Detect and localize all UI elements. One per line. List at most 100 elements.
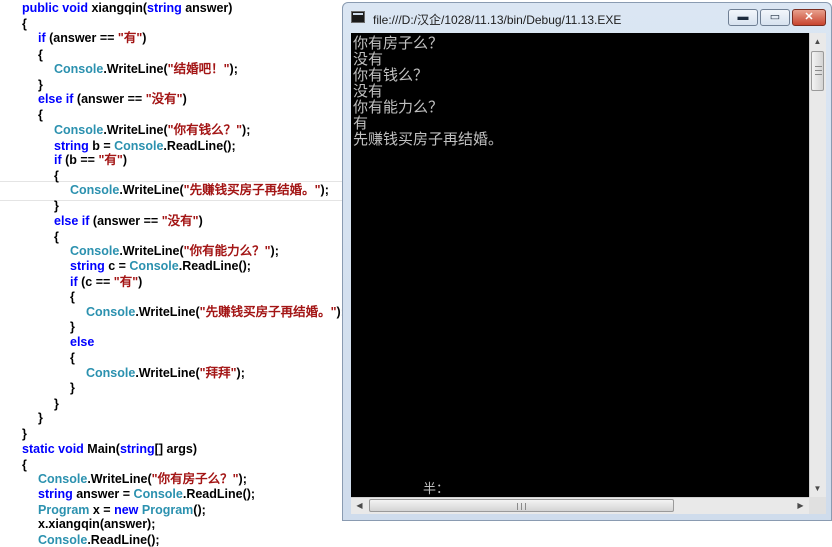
code-token: b =	[88, 139, 115, 153]
code-token: (b ==	[61, 153, 99, 167]
code-token: "有"	[117, 31, 143, 45]
thumb-grip	[525, 503, 526, 510]
code-editor[interactable]: public void xiangqin(string answer){if (…	[0, 0, 345, 547]
maximize-button[interactable]: ▭	[760, 9, 790, 26]
code-line: x.xiangqin(answer);	[38, 516, 155, 532]
code-token: {	[22, 458, 27, 472]
code-token: public void	[22, 1, 92, 15]
code-token: )	[122, 153, 127, 167]
code-line: Console.WriteLine("拜拜");	[86, 365, 245, 381]
code-line: {	[38, 107, 43, 123]
code-token: string	[119, 442, 155, 456]
code-line: {	[22, 457, 27, 473]
code-line: {	[70, 289, 75, 305]
code-token: c =	[104, 259, 130, 273]
code-line: if (answer == "有")	[38, 30, 146, 46]
code-token: }	[70, 381, 75, 395]
code-token: "拜拜"	[199, 366, 237, 380]
console-line: 有	[353, 114, 369, 132]
chevron-up-icon[interactable]: ▲	[810, 34, 825, 49]
ime-status-indicator: 半：	[423, 481, 450, 496]
minimize-button[interactable]: ▬	[728, 9, 758, 26]
code-line: else if (answer == "没有")	[38, 91, 187, 107]
code-token: [] args)	[154, 442, 198, 456]
chevron-left-icon[interactable]: ◀	[352, 498, 367, 513]
code-token: .WriteLine(	[103, 62, 168, 76]
console-app-icon[interactable]	[351, 11, 365, 23]
code-token: }	[38, 411, 43, 425]
console-line: 你有钱么？	[353, 66, 429, 84]
code-token: {	[22, 17, 27, 31]
code-line: else if (answer == "没有")	[54, 213, 203, 229]
code-line: Console.WriteLine("先赚钱买房子再结婚。");	[70, 182, 329, 198]
code-token: "有"	[113, 275, 139, 289]
code-token: {	[54, 230, 59, 244]
code-token: }	[70, 320, 75, 334]
code-token: (answer ==	[89, 214, 162, 228]
console-line: 没有	[353, 82, 384, 100]
scrollbar-corner	[809, 497, 826, 514]
code-token: );	[229, 62, 238, 76]
code-token: }	[38, 78, 43, 92]
thumb-grip	[815, 74, 822, 75]
code-line: Console.WriteLine("结婚吧！");	[54, 61, 238, 77]
code-token: Console	[86, 305, 136, 319]
code-token: Console	[38, 533, 88, 547]
code-token: .ReadLine();	[182, 487, 256, 501]
console-output-area[interactable]: 你有房子么？ 没有 你有钱么？ 没有 你有能力么？有先赚钱买房子再结婚。 半：	[351, 33, 809, 497]
code-line: Console.WriteLine("先赚钱买房子再结婚。");	[86, 304, 345, 320]
code-token: x =	[89, 503, 115, 517]
code-token: "没有"	[145, 92, 183, 106]
code-token: )	[138, 275, 143, 289]
code-line: }	[22, 426, 27, 442]
code-token: );	[238, 472, 247, 486]
horizontal-scroll-thumb[interactable]	[369, 499, 674, 512]
code-token: if	[38, 31, 46, 45]
close-button[interactable]: ✕	[792, 9, 826, 26]
code-token: .WriteLine(	[119, 244, 184, 258]
code-token: (answer ==	[45, 31, 118, 45]
horizontal-scrollbar[interactable]: ◀ ▶	[351, 497, 809, 514]
vertical-scrollbar[interactable]: ▲ ▼	[809, 33, 826, 497]
code-token: x.xiangqin(answer);	[38, 517, 156, 531]
code-token: Console	[114, 139, 164, 153]
code-line: }	[38, 410, 43, 426]
thumb-grip	[517, 503, 518, 510]
code-token: Console	[38, 472, 88, 486]
code-token: .WriteLine(	[87, 472, 152, 486]
console-line: 你有能力么？	[353, 98, 444, 116]
code-line: Console.WriteLine("你有能力么？");	[70, 243, 279, 259]
code-token: {	[54, 169, 59, 183]
code-token: }	[22, 427, 27, 441]
code-token: "你有房子么？"	[151, 472, 239, 486]
code-line: string answer = Console.ReadLine();	[38, 486, 255, 502]
code-token: "结婚吧！"	[167, 62, 230, 76]
code-token: "你有钱么？"	[167, 123, 243, 137]
code-token: Console	[86, 366, 136, 380]
code-line: string c = Console.ReadLine();	[70, 258, 251, 274]
code-token: .WriteLine(	[119, 183, 184, 197]
code-token: )	[198, 214, 203, 228]
code-token: string	[147, 1, 182, 15]
console-window[interactable]: file:///D:/汉企/1028/11.13/bin/Debug/11.13…	[342, 2, 832, 521]
chevron-right-icon[interactable]: ▶	[793, 498, 808, 513]
code-line: }	[70, 380, 75, 396]
title-bar[interactable]: file:///D:/汉企/1028/11.13/bin/Debug/11.13…	[343, 3, 831, 33]
code-token: Console	[54, 123, 104, 137]
code-token: {	[70, 290, 75, 304]
vertical-scroll-thumb[interactable]	[811, 51, 824, 91]
code-token: Program	[38, 503, 90, 517]
window-title: file:///D:/汉企/1028/11.13/bin/Debug/11.13…	[373, 13, 622, 27]
code-token: )	[182, 92, 187, 106]
code-token: "你有能力么？"	[183, 244, 271, 258]
code-line: static void Main(string[] args)	[22, 441, 197, 457]
chevron-down-icon[interactable]: ▼	[810, 481, 825, 496]
code-token: {	[70, 351, 75, 365]
code-line: }	[70, 319, 75, 335]
code-token: string	[70, 259, 105, 273]
code-token: "先赚钱买房子再结婚。"	[199, 305, 337, 319]
code-token: (c ==	[77, 275, 114, 289]
code-line: {	[22, 16, 27, 32]
code-token: );	[236, 366, 245, 380]
code-token: "先赚钱买房子再结婚。"	[183, 183, 321, 197]
